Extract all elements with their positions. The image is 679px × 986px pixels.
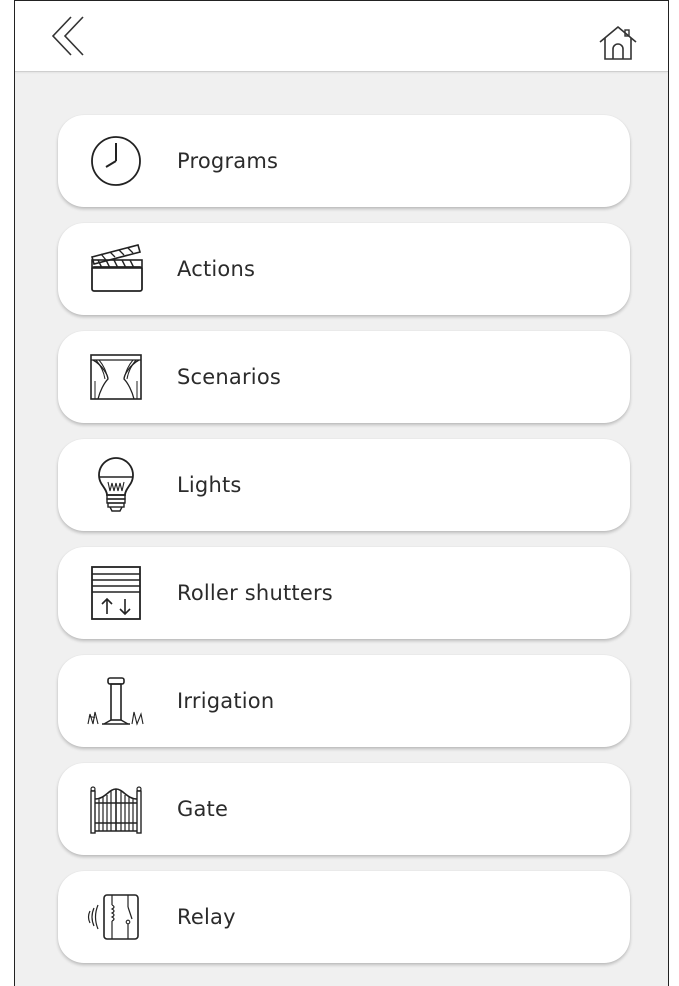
menu-item-label: Lights xyxy=(177,473,242,497)
menu-item-label: Scenarios xyxy=(177,365,282,389)
menu-item-actions[interactable]: Actions xyxy=(58,223,630,315)
relay-icon xyxy=(84,885,148,949)
roller-shutter-icon xyxy=(84,561,148,625)
menu-item-label: Roller shutters xyxy=(177,581,333,605)
menu-item-label: Gate xyxy=(177,797,229,821)
menu-item-roller-shutters[interactable]: Roller shutters xyxy=(58,547,630,639)
light-bulb-icon xyxy=(84,453,148,517)
menu-item-relay[interactable]: Relay xyxy=(58,871,630,963)
category-menu: Programs Actions Scenarios Lights Roller… xyxy=(58,115,630,979)
menu-item-lights[interactable]: Lights xyxy=(58,439,630,531)
menu-item-gate[interactable]: Gate xyxy=(58,763,630,855)
back-button[interactable] xyxy=(49,15,89,57)
curtains-icon xyxy=(84,345,148,409)
menu-item-label: Programs xyxy=(177,149,279,173)
sprinkler-icon xyxy=(84,669,148,733)
menu-item-scenarios[interactable]: Scenarios xyxy=(58,331,630,423)
menu-item-label: Actions xyxy=(177,257,256,281)
menu-item-label: Irrigation xyxy=(177,689,275,713)
menu-item-irrigation[interactable]: Irrigation xyxy=(58,655,630,747)
home-icon xyxy=(599,26,637,60)
home-button[interactable] xyxy=(598,25,638,61)
double-chevron-left-icon xyxy=(51,16,84,56)
menu-item-programs[interactable]: Programs xyxy=(58,115,630,207)
clock-icon xyxy=(84,129,148,193)
gate-icon xyxy=(84,777,148,841)
app-screen: Programs Actions Scenarios Lights Roller… xyxy=(14,0,669,986)
menu-item-label: Relay xyxy=(177,905,236,929)
top-bar xyxy=(15,1,668,72)
clapperboard-icon xyxy=(84,237,148,301)
